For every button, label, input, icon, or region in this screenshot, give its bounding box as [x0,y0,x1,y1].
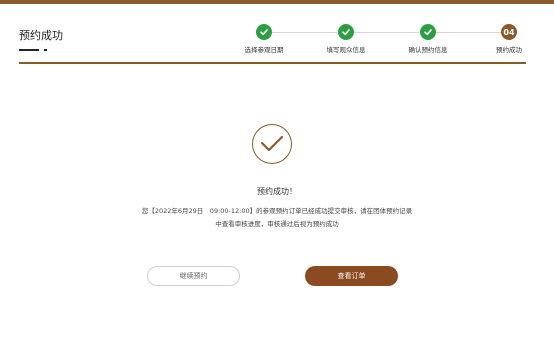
top-accent-bar [0,0,554,4]
success-message-line1: 您【2022年6月29日 09:00-12:00】的参观预约订单已经成功提交审核… [141,207,413,215]
step-1-check-icon [256,24,272,40]
step-label-date: 选择参观日期 [244,46,284,54]
success-title: 预约成功！ [257,187,297,196]
title-underline-dot [44,49,47,51]
step-4-number: 04 [501,24,517,40]
view-order-button[interactable]: 查看订单 [305,266,398,286]
step-2-check-icon [338,24,354,40]
header-divider [19,62,526,64]
success-check-icon [252,124,292,164]
step-connector [272,32,337,33]
title-underline [19,49,39,51]
success-message-line2: 中查看审核进度，审核通过后视为预约成功 [215,220,339,228]
step-label-confirm: 确认预约信息 [408,46,448,54]
page-title: 预约成功 [19,29,63,42]
step-connector [436,32,501,33]
continue-booking-button[interactable]: 继续预约 [147,266,240,286]
step-3-check-icon [420,24,436,40]
step-label-success: 预约成功 [496,46,522,54]
step-connector [354,32,419,33]
step-label-visitor-info: 填写观众信息 [326,46,366,54]
